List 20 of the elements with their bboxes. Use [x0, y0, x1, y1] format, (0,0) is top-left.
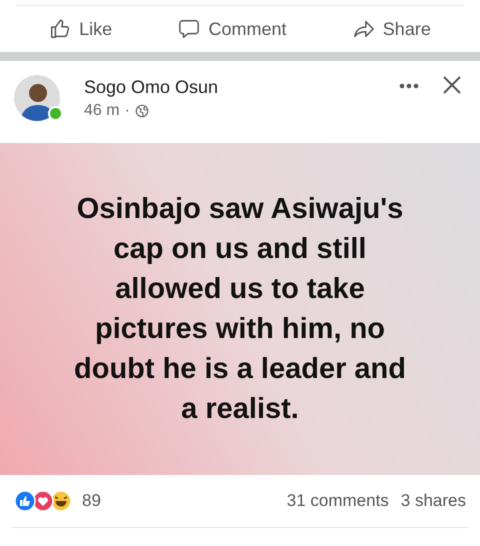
share-count[interactable]: 3 shares	[400, 491, 466, 511]
like-button[interactable]: Like	[41, 14, 120, 44]
close-icon[interactable]	[442, 75, 462, 95]
author-name[interactable]: Sogo Omo Osun	[84, 77, 398, 98]
comment-count[interactable]: 31 comments	[286, 491, 389, 511]
comment-button[interactable]: Comment	[170, 14, 294, 44]
post-time: 46 m	[84, 102, 120, 120]
thumbs-up-icon	[49, 18, 72, 40]
laughing-reaction-icon	[50, 490, 72, 512]
reaction-count[interactable]: 89	[82, 491, 101, 511]
thumbs-up-reaction-icon	[14, 490, 36, 512]
more-icon[interactable]	[398, 82, 420, 90]
share-arrow-icon	[352, 18, 375, 40]
avatar[interactable]	[14, 75, 60, 121]
globe-icon	[134, 104, 149, 118]
speech-bubble-icon	[178, 18, 200, 40]
share-button[interactable]: Share	[344, 14, 439, 44]
separator-dot: ·	[124, 102, 130, 120]
post-text: Osinbajo saw Asiwaju's cap on us and still allowed us to take pictures with him, no doubt he is a leader and a realist.	[74, 192, 406, 427]
heart-reaction-icon	[32, 490, 54, 512]
